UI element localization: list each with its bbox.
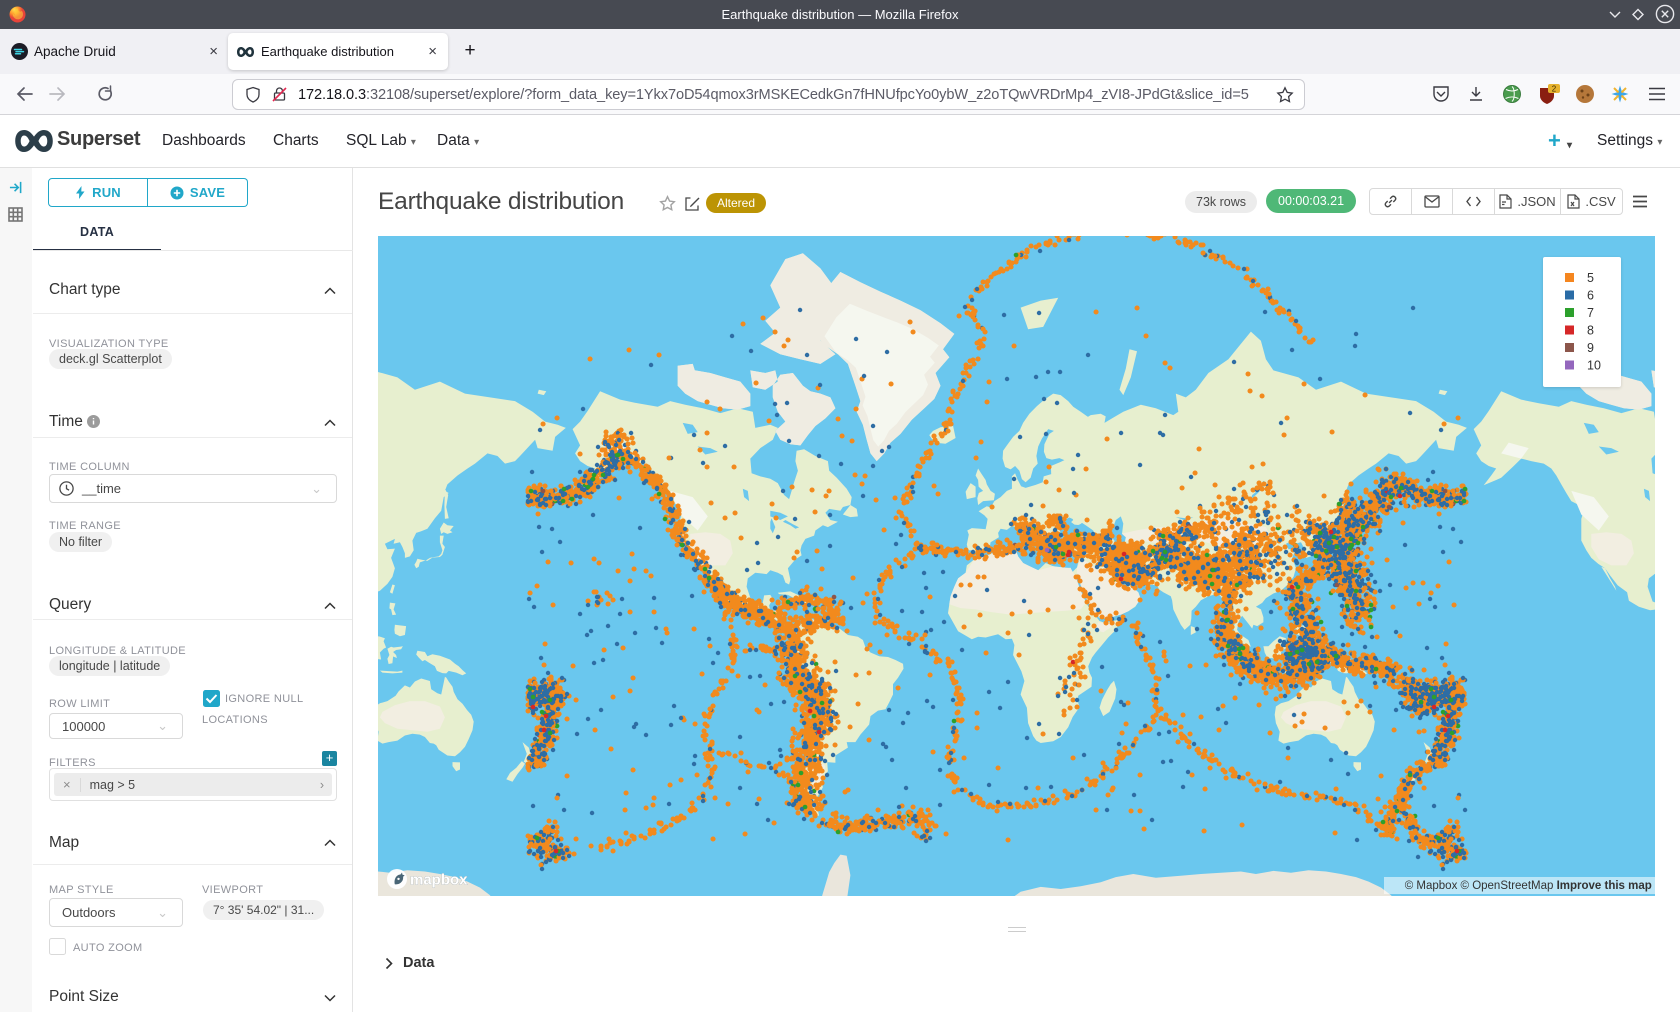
svg-text:5: 5 [1587, 271, 1594, 285]
svg-text:mapbox: mapbox [410, 872, 468, 889]
svg-text:8: 8 [1587, 324, 1594, 338]
svg-text:10: 10 [1587, 359, 1601, 373]
svg-text:9: 9 [1587, 341, 1594, 355]
svg-text:6: 6 [1587, 289, 1594, 303]
svg-text:7: 7 [1587, 306, 1594, 320]
svg-text:2: 2 [1552, 85, 1557, 94]
